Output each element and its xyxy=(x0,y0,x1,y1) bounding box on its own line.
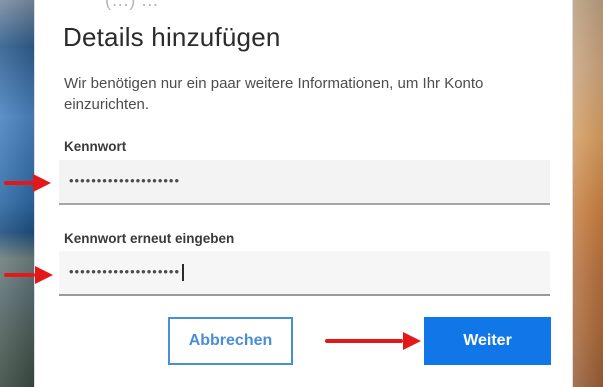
background-right-photo xyxy=(573,0,603,387)
cancel-button[interactable]: Abbrechen xyxy=(168,317,293,365)
text-cursor xyxy=(182,264,184,281)
background-left-photo xyxy=(0,0,34,387)
password-label: Kennwort xyxy=(64,139,127,154)
password-repeat-value: •••••••••••••••••••• xyxy=(69,264,181,279)
details-dialog: (…) … Details hinzufügen Wir benötigen n… xyxy=(34,0,573,387)
password-value: •••••••••••••••••••• xyxy=(69,173,181,188)
dialog-subtitle: Wir benötigen nur ein paar weitere Infor… xyxy=(64,75,484,113)
password-field[interactable]: •••••••••••••••••••• xyxy=(59,160,550,205)
password-repeat-label: Kennwort erneut eingeben xyxy=(64,231,235,246)
next-button[interactable]: Weiter xyxy=(424,317,551,365)
dialog-title: Details hinzufügen xyxy=(63,22,281,52)
password-repeat-field[interactable]: •••••••••••••••••••• xyxy=(59,251,550,296)
dialog-top-fragment: (…) … xyxy=(105,0,159,10)
